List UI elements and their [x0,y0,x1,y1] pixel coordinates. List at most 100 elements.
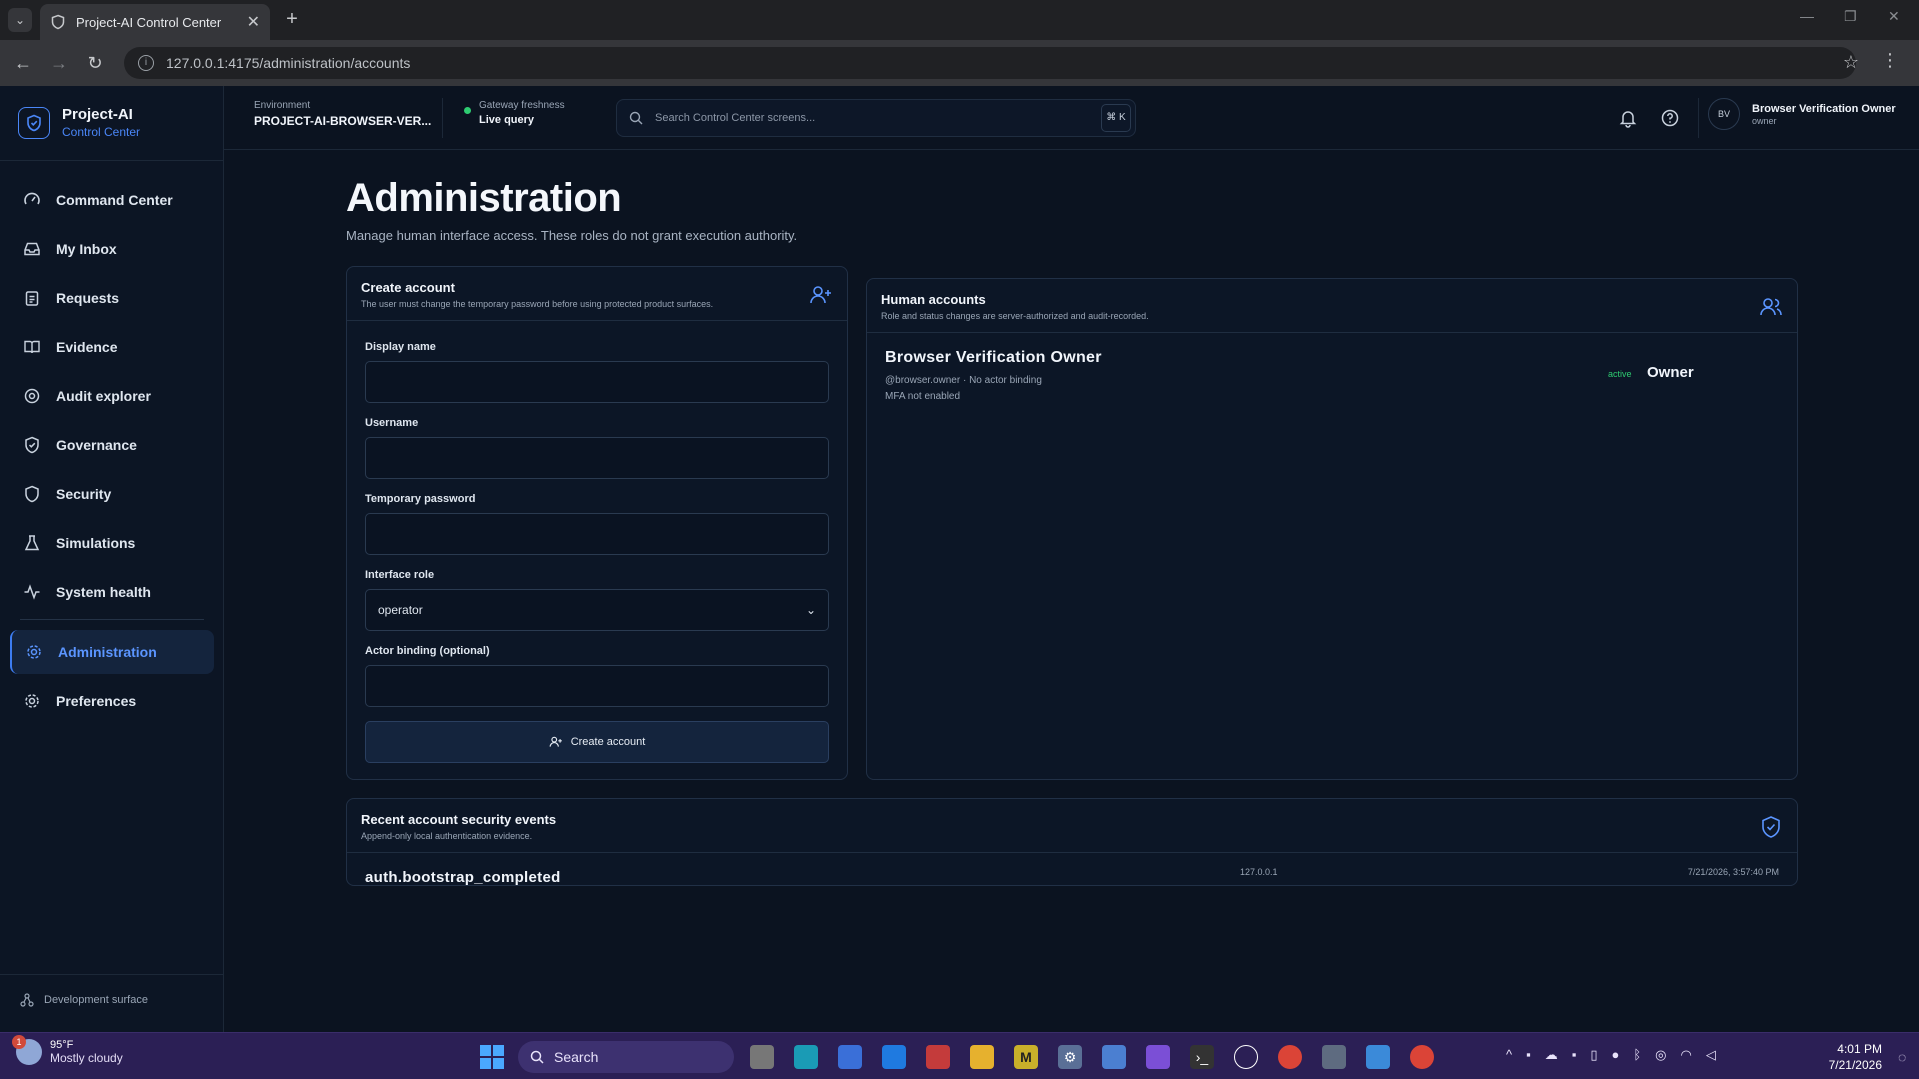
event-ip: 127.0.0.1 [1240,867,1278,877]
search-placeholder[interactable]: Search Control Center screens... [655,112,1089,124]
shield-favicon-icon [51,14,65,30]
user-menu[interactable]: BV Browser Verification Owner owner [1708,98,1896,130]
sidebar-item-label: Governance [56,437,137,453]
brand-name: Project-AI [62,106,133,123]
sidebar-item-label: Security [56,486,112,502]
tray-app-icon[interactable]: ◎ [1655,1047,1666,1063]
bluetooth-icon[interactable]: ᛒ [1633,1047,1641,1063]
site-info-icon[interactable]: i [138,55,154,71]
chrome-icon[interactable] [1278,1045,1302,1069]
terminal-icon[interactable]: ›_ [1190,1045,1214,1069]
create-account-button[interactable]: Create account [365,721,829,763]
bell-icon[interactable] [1618,108,1638,128]
card-description: Role and status changes are server-autho… [881,311,1149,321]
close-window-icon[interactable]: ✕ [1888,8,1900,25]
human-accounts-card: Human accounts Role and status changes a… [866,278,1798,780]
help-icon[interactable] [1660,108,1680,128]
chevron-up-icon[interactable]: ^ [1506,1047,1512,1063]
volume-icon[interactable]: ◁ [1706,1047,1716,1063]
notepad-icon[interactable] [1102,1045,1126,1069]
card-description: The user must change the temporary passw… [361,299,714,309]
security-events-card: Recent account security events Append-on… [346,798,1798,886]
sidebar-item-inbox[interactable]: My Inbox [10,227,214,271]
cloud-icon[interactable]: ☁ [1545,1047,1558,1063]
tray-app-icon[interactable]: ▪ [1572,1047,1577,1063]
display-name-input[interactable] [365,361,829,403]
pulse-icon [22,582,42,602]
app-icon[interactable] [1366,1045,1390,1069]
global-search[interactable]: Search Control Center screens... ⌘ K [616,99,1136,137]
back-icon[interactable]: ← [12,52,34,74]
chrome-icon[interactable] [1410,1045,1434,1069]
card-header: Recent account security events Append-on… [347,799,1797,853]
sidebar-item-requests[interactable]: Requests [10,276,214,320]
gateway-freshness: Gateway freshness Live query [464,100,565,126]
sidebar-item-label: Administration [58,644,157,660]
gear-icon [22,691,42,711]
url-text[interactable]: 127.0.0.1:4175/administration/accounts [166,55,410,71]
sidebar-item-preferences[interactable]: Preferences [10,679,214,723]
close-tab-icon[interactable]: ✕ [247,12,260,32]
file-explorer-icon[interactable] [970,1045,994,1069]
sidebar-item-administration[interactable]: Administration [10,630,214,674]
interface-role-label: Interface role [365,569,435,581]
brand[interactable]: Project-AI Control Center [18,106,140,139]
sidebar-item-governance[interactable]: Governance [10,423,214,467]
store-icon[interactable] [838,1045,862,1069]
network-icon [20,993,34,1007]
status-dot [464,107,471,114]
new-tab-button[interactable]: + [280,8,304,32]
chatgpt-icon[interactable] [1234,1045,1258,1069]
sidebar-item-simulations[interactable]: Simulations [10,521,214,565]
sidebar-item-system-health[interactable]: System health [10,570,214,614]
account-name: Browser Verification Owner [885,349,1102,366]
add-user-icon [549,736,562,747]
bookmark-star-icon[interactable]: ☆ [1843,52,1859,73]
avatar[interactable]: BV [1708,98,1740,130]
forward-icon[interactable]: → [48,52,70,74]
shortcut-badge: ⌘ K [1101,104,1131,132]
settings-icon[interactable]: ⚙ [1058,1045,1082,1069]
sidebar-item-label: Requests [56,290,120,306]
account-role[interactable]: Owner [1647,364,1694,381]
tray-app-icon[interactable]: ▪ [1526,1047,1531,1063]
taskbar-search[interactable]: Search [518,1041,734,1073]
divider [1698,98,1699,138]
interface-role-select[interactable]: operator ⌄ [365,589,829,631]
minimize-icon[interactable]: — [1800,8,1814,24]
app-icon[interactable] [1146,1045,1170,1069]
browser-tab[interactable]: Project-AI Control Center ✕ [40,4,270,40]
task-view-icon[interactable] [750,1045,774,1069]
account-meta: @browser.owner · No actor binding [885,375,1042,386]
m-app-icon[interactable]: M [1014,1045,1038,1069]
sidebar-item-audit-explorer[interactable]: Audit explorer [10,374,214,418]
actor-binding-input[interactable] [365,665,829,707]
sidebar-item-command-center[interactable]: Command Center [10,178,214,222]
app-icon[interactable] [882,1045,906,1069]
users-icon [1760,298,1782,316]
sidebar-item-evidence[interactable]: Evidence [10,325,214,369]
tray-app-icon[interactable]: ● [1611,1047,1619,1063]
restore-icon[interactable]: ❐ [1844,8,1857,25]
tray-app-icon[interactable]: ▯ [1590,1047,1597,1063]
widgets-icon[interactable] [794,1045,818,1069]
user-role: owner [1752,115,1777,126]
windows-start-icon[interactable] [480,1045,504,1069]
status-badge: active [1608,369,1632,379]
address-bar[interactable]: i 127.0.0.1:4175/administration/accounts [124,47,1856,79]
divider [442,98,443,138]
system-clock[interactable]: 4:01 PM 7/21/2026 [1822,1041,1882,1073]
tab-list-button[interactable]: ⌄ [8,8,32,32]
notifications-icon[interactable]: ◌ [1898,1049,1906,1065]
browser-menu-icon[interactable]: ⋮ [1881,50,1899,71]
app-icon[interactable] [926,1045,950,1069]
app: Project-AI Control Center Command Center… [0,86,1919,1032]
wifi-icon[interactable]: ◠ [1681,1047,1692,1063]
sidebar-item-security[interactable]: Security [10,472,214,516]
reload-icon[interactable]: ↻ [84,52,106,74]
temporary-password-input[interactable] [365,513,829,555]
username-input[interactable] [365,437,829,479]
app-icon[interactable] [1322,1045,1346,1069]
weather-widget[interactable]: 1 95°F Mostly cloudy [12,1035,123,1065]
sidebar-item-label: Audit explorer [56,388,151,404]
